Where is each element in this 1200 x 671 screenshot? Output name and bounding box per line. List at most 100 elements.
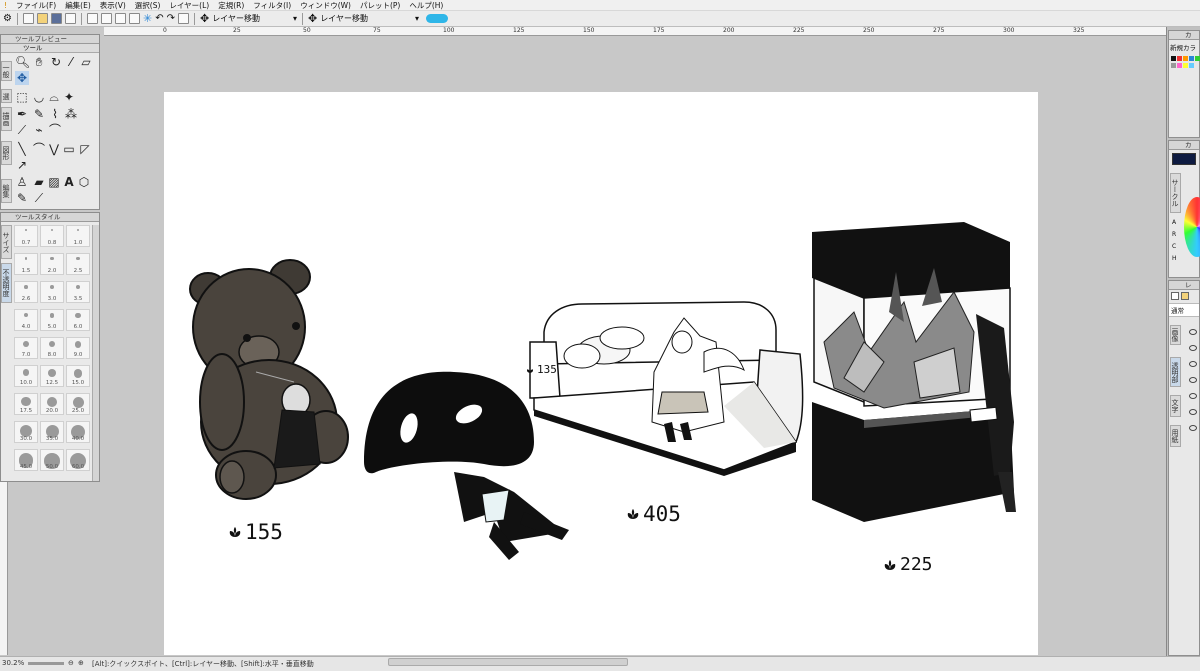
scrollbar[interactable]: [92, 225, 99, 481]
color-swatch[interactable]: [1189, 56, 1194, 61]
brush-size-option[interactable]: 30.0: [14, 421, 38, 443]
move-tool-icon[interactable]: ✥: [15, 71, 29, 85]
zoom-out-icon[interactable]: ⊖: [68, 659, 74, 667]
correct-line-icon[interactable]: ⟋: [32, 191, 46, 205]
color-swatch[interactable]: [1171, 56, 1176, 61]
tab-draw[interactable]: 描画: [1, 107, 12, 131]
brush-size-option[interactable]: 0.8: [40, 225, 64, 247]
blend-icon[interactable]: ⟋: [15, 123, 29, 137]
line-icon[interactable]: ╲: [15, 142, 29, 156]
menu-window[interactable]: ウィンドウ(W): [300, 0, 351, 11]
brush-size-option[interactable]: 10.0: [14, 365, 38, 387]
dropdown-icon[interactable]: ▾: [293, 14, 297, 23]
redo-icon[interactable]: ↷: [167, 13, 175, 24]
brush-size-option[interactable]: 12.5: [40, 365, 64, 387]
new-layer-icon[interactable]: [1171, 292, 1179, 300]
brush-size-option[interactable]: 60.0: [66, 449, 90, 471]
toggle-pill-icon[interactable]: [425, 14, 448, 23]
cut-icon[interactable]: [86, 13, 98, 24]
brush-size-option[interactable]: 1.0: [66, 225, 90, 247]
layer-tab-text[interactable]: 文字: [1170, 395, 1181, 417]
menu-layer[interactable]: レイヤー(L): [169, 0, 209, 11]
menu-ruler[interactable]: 定規(R): [218, 0, 244, 11]
transform-icon[interactable]: ✳: [143, 12, 152, 25]
tab-general[interactable]: 一般: [1, 61, 12, 81]
brush-size-option[interactable]: 0.7: [14, 225, 38, 247]
airbrush-icon[interactable]: ⁂: [64, 107, 78, 121]
dropdown-icon[interactable]: ▾: [415, 14, 419, 23]
menu-select[interactable]: 選択(S): [135, 0, 161, 11]
color-swatch[interactable]: [1177, 63, 1182, 68]
brush-size-option[interactable]: 20.0: [40, 393, 64, 415]
brush-size-option[interactable]: 15.0: [66, 365, 90, 387]
layer-tab-paper[interactable]: 用紙: [1170, 425, 1181, 447]
eye-icon[interactable]: [1189, 425, 1197, 431]
color-swatch[interactable]: [1195, 56, 1200, 61]
brush-size-option[interactable]: 5.0: [40, 309, 64, 331]
menu-palette[interactable]: パレット(P): [360, 0, 400, 11]
ruler-curve-icon[interactable]: ↗: [15, 158, 29, 172]
eye-icon[interactable]: [1189, 377, 1197, 383]
menu-filter[interactable]: フィルタ(I): [253, 0, 291, 11]
smudge-icon[interactable]: ⌁: [32, 123, 46, 137]
paste-icon[interactable]: [114, 13, 126, 24]
color-swatch[interactable]: [1183, 63, 1188, 68]
color-swatch[interactable]: [1171, 63, 1176, 68]
stamp-icon[interactable]: ♙: [15, 175, 29, 189]
brush-size-option[interactable]: 6.0: [66, 309, 90, 331]
new-file-icon[interactable]: [22, 13, 34, 24]
magic-wand-icon[interactable]: ✦: [62, 90, 76, 104]
clear-icon[interactable]: [128, 13, 140, 24]
folder-icon[interactable]: [1181, 292, 1189, 300]
eyedropper-icon[interactable]: ⁄: [64, 55, 78, 69]
polyline-icon[interactable]: ⋁: [47, 142, 61, 156]
brush-size-option[interactable]: 4.0: [14, 309, 38, 331]
soft-eraser-icon[interactable]: ⌒: [48, 123, 62, 137]
menu-file[interactable]: ファイル(F): [16, 0, 56, 11]
zoom-level[interactable]: 30.2%: [2, 659, 24, 667]
menu-view[interactable]: 表示(V): [100, 0, 126, 11]
deselect-icon[interactable]: [177, 13, 189, 24]
color-mode-c[interactable]: C: [1172, 243, 1176, 250]
balloon-icon[interactable]: ✎: [15, 191, 29, 205]
menu-help[interactable]: ヘルプ(H): [409, 0, 443, 11]
tab-edit[interactable]: 編集: [1, 179, 12, 203]
rotate-icon[interactable]: ↻: [49, 55, 63, 69]
brush-icon[interactable]: ⌇: [48, 107, 62, 121]
gradient-icon[interactable]: ▨: [47, 175, 61, 189]
tab-select[interactable]: 選: [1, 89, 12, 103]
save-as-icon[interactable]: [64, 13, 76, 24]
eye-icon[interactable]: [1189, 329, 1197, 335]
lasso-icon[interactable]: ◡: [32, 90, 46, 104]
color-mode-a[interactable]: A: [1172, 219, 1176, 226]
text-icon[interactable]: A: [62, 175, 76, 189]
brush-size-option[interactable]: 3.0: [40, 281, 64, 303]
rect-shape-icon[interactable]: ▭: [62, 142, 76, 156]
color-mode-h[interactable]: H: [1172, 255, 1177, 262]
undo-icon[interactable]: ↶: [155, 13, 163, 24]
brush-size-option[interactable]: 2.6: [14, 281, 38, 303]
eye-icon[interactable]: [1189, 345, 1197, 351]
brush-size-option[interactable]: 45.0: [14, 449, 38, 471]
curve-icon[interactable]: ⌒: [32, 142, 46, 156]
brush-size-option[interactable]: 3.5: [66, 281, 90, 303]
color-swatch[interactable]: [1189, 63, 1194, 68]
frame-icon[interactable]: ◸: [78, 142, 92, 156]
brush-size-option[interactable]: 9.0: [66, 337, 90, 359]
color-swatch[interactable]: [1183, 56, 1188, 61]
brush-size-option[interactable]: 50.0: [40, 449, 64, 471]
brush-size-option[interactable]: 40.0: [66, 421, 90, 443]
brush-size-option[interactable]: 35.0: [40, 421, 64, 443]
zoom-icon[interactable]: 🔍︎: [15, 55, 30, 69]
save-icon[interactable]: [50, 13, 62, 24]
eraser-icon[interactable]: ▱: [79, 55, 93, 69]
layer-tab-transparent[interactable]: 透明部: [1170, 357, 1181, 387]
eye-icon[interactable]: [1189, 409, 1197, 415]
current-color[interactable]: [1172, 153, 1196, 165]
zoom-slider[interactable]: [28, 662, 64, 665]
move-icon[interactable]: ✥: [200, 12, 209, 25]
brush-size-option[interactable]: 2.5: [66, 253, 90, 275]
move-icon[interactable]: ✥: [308, 12, 317, 25]
canvas-paper[interactable]: 155 135 405 225: [164, 92, 1038, 655]
horizontal-scrollbar[interactable]: [388, 658, 628, 666]
